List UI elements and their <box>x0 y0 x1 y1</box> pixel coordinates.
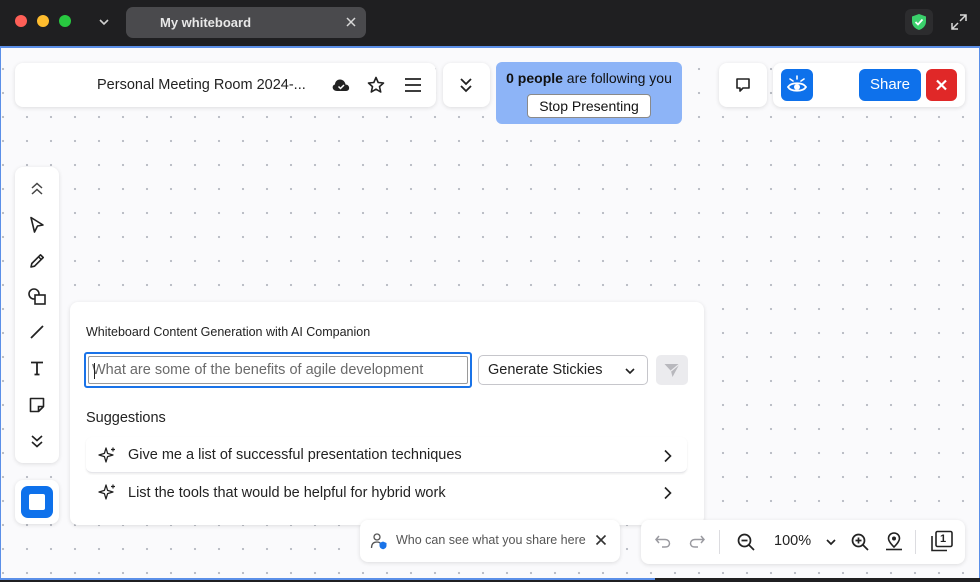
page-count: 1 <box>940 533 947 545</box>
collapse-header-button[interactable] <box>443 63 490 107</box>
chevron-right-icon <box>664 486 672 500</box>
eye-visibility-icon <box>786 75 808 92</box>
comment-card <box>719 63 767 107</box>
zoom-in-icon[interactable] <box>850 532 870 552</box>
star-icon[interactable] <box>367 76 385 94</box>
prompt-input-wrapper <box>84 352 472 388</box>
tab-my-whiteboard[interactable]: My whiteboard <box>126 7 366 38</box>
send-prompt-button[interactable] <box>656 355 688 385</box>
pages-button[interactable]: 1 <box>930 530 954 552</box>
security-status[interactable] <box>905 9 933 35</box>
suggestion-label: List the tools that would be helpful for… <box>128 485 446 501</box>
separator <box>915 530 916 554</box>
chevron-right-icon <box>664 449 672 463</box>
suggestion-item[interactable]: List the tools that would be helpful for… <box>86 475 687 511</box>
line-icon[interactable] <box>29 324 45 340</box>
location-pin-icon[interactable] <box>884 531 904 551</box>
privacy-notice: Who can see what you share here <box>360 520 620 562</box>
menu-icon[interactable] <box>404 77 422 93</box>
sticky-note-icon[interactable] <box>28 396 46 414</box>
sparkle-icon <box>98 484 115 500</box>
text-icon[interactable] <box>29 360 45 376</box>
following-status: 0 people are following you <box>496 70 682 86</box>
tab-title: My whiteboard <box>160 15 252 30</box>
suggestions-heading: Suggestions <box>86 410 166 426</box>
zoom-level[interactable]: 100% <box>774 533 811 549</box>
stop-presenting-button[interactable]: Stop Presenting <box>527 94 651 118</box>
close-icon[interactable] <box>595 534 607 546</box>
close-icon[interactable] <box>344 15 358 29</box>
send-icon <box>664 363 680 377</box>
comment-icon[interactable] <box>735 77 751 93</box>
window-titlebar: My whiteboard <box>0 0 980 46</box>
visibility-button[interactable] <box>781 69 813 101</box>
text-caret <box>94 363 95 379</box>
privacy-notice-text: Who can see what you share here <box>396 533 586 547</box>
cloud-sync-icon[interactable] <box>332 77 350 93</box>
zoom-window-button[interactable] <box>59 15 71 27</box>
following-banner: 0 people are following you Stop Presenti… <box>496 62 682 124</box>
collapse-up-icon[interactable] <box>29 181 45 197</box>
minimize-window-button[interactable] <box>37 15 49 27</box>
undo-icon[interactable] <box>654 533 672 549</box>
close-window-button[interactable] <box>15 15 27 27</box>
following-text: are following you <box>562 70 672 86</box>
user-privacy-icon <box>370 533 387 550</box>
sparkle-icon <box>98 447 115 463</box>
prompt-input[interactable] <box>92 360 462 380</box>
suggestion-item[interactable]: Give me a list of successful presentatio… <box>86 437 687 473</box>
suggestion-label: Give me a list of successful presentatio… <box>128 447 462 463</box>
zoom-out-icon[interactable] <box>736 532 756 552</box>
generation-mode-select[interactable]: Generate Stickies <box>478 355 648 385</box>
bottom-edge-highlight <box>0 578 655 580</box>
chevron-down-icon[interactable] <box>96 14 112 30</box>
expand-icon[interactable] <box>949 12 969 32</box>
square-shape-icon <box>29 494 45 510</box>
collapse-double-chevron-icon <box>460 78 472 93</box>
left-toolbar <box>15 167 59 463</box>
meeting-header: Personal Meeting Room 2024-... <box>15 63 436 107</box>
pen-icon[interactable] <box>28 252 46 270</box>
ai-panel-title: Whiteboard Content Generation with AI Co… <box>86 325 371 339</box>
meeting-title[interactable]: Personal Meeting Room 2024-... <box>97 77 306 93</box>
close-whiteboard-button[interactable] <box>926 69 957 101</box>
chevron-down-icon <box>625 368 635 375</box>
share-button[interactable]: Share <box>859 69 921 101</box>
chevron-down-icon[interactable] <box>825 537 837 547</box>
separator <box>719 530 720 554</box>
expand-down-icon[interactable] <box>29 433 45 449</box>
follower-count: 0 people <box>506 70 563 86</box>
square-shape-button[interactable] <box>21 486 53 518</box>
select-pointer-icon[interactable] <box>29 216 45 234</box>
shapes-icon[interactable] <box>27 287 47 307</box>
generation-mode-value: Generate Stickies <box>488 362 603 378</box>
redo-icon[interactable] <box>688 533 706 549</box>
shield-check-icon <box>912 14 926 30</box>
close-icon <box>936 79 947 91</box>
